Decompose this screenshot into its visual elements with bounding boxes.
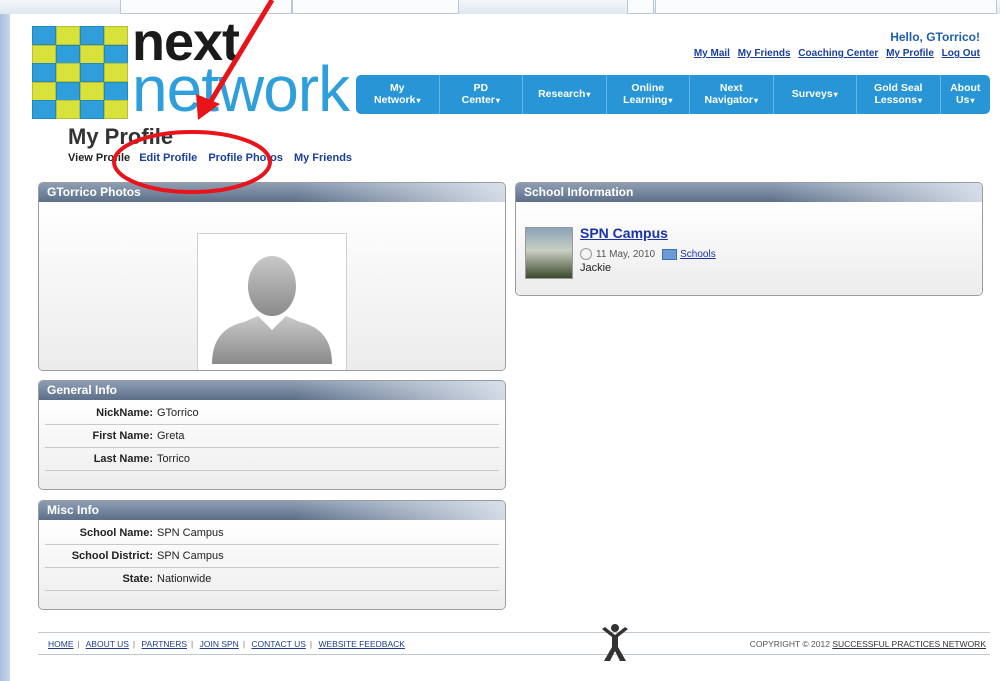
logo-tile	[32, 63, 56, 82]
info-row-school-district: School District: SPN Campus	[45, 545, 499, 568]
logo-tile	[80, 81, 104, 101]
spn-link[interactable]: SUCCESSFUL PRACTICES NETWORK	[832, 639, 986, 649]
nav-research[interactable]: Research▾	[522, 75, 606, 114]
log-out-link[interactable]: Log Out	[942, 48, 980, 59]
next-network-logo[interactable]: next network	[32, 14, 377, 125]
logo-tile	[104, 63, 128, 82]
info-row-first-name: First Name: Greta	[45, 425, 499, 448]
panel-header: Misc Info	[39, 501, 505, 520]
profile-subnav: View Profile Edit Profile Profile Photos…	[68, 152, 360, 164]
info-row-state: State: Nationwide	[45, 568, 499, 591]
browser-left-edge	[0, 14, 10, 681]
logo-tile	[56, 26, 80, 45]
general-info-panel: General Info NickName: GTorrico First Nam…	[38, 380, 506, 490]
my-profile-link[interactable]: My Profile	[886, 48, 934, 59]
browser-tab[interactable]	[627, 0, 654, 14]
page: next network Hello, GTorrico! My Mail My…	[10, 14, 1000, 681]
main-nav: My Network▾ PD Center▾ Research▾ Online Lea…	[356, 75, 990, 114]
logo-tile	[56, 81, 80, 101]
school-meta: 11 May, 2010 Schools	[580, 248, 716, 260]
dropdown-caret-icon: ▾	[495, 96, 500, 105]
logo-tile	[104, 44, 128, 64]
logo-tile	[32, 81, 56, 101]
logo-tile	[104, 81, 128, 101]
info-row-school-name: School Name: SPN Campus	[45, 522, 499, 545]
footer-home-link[interactable]: HOME	[48, 639, 74, 649]
footer-join-link[interactable]: JOIN SPN	[200, 639, 239, 649]
dropdown-caret-icon: ▾	[918, 96, 923, 105]
logo-tile	[32, 100, 56, 119]
spn-figure-icon	[602, 624, 628, 661]
footer-partners-link[interactable]: PARTNERS	[142, 639, 188, 649]
school-author: Jackie	[580, 262, 612, 274]
photos-panel: GTorrico Photos	[38, 182, 506, 371]
logo-tile	[56, 63, 80, 82]
dropdown-caret-icon: ▾	[416, 96, 421, 105]
dropdown-caret-icon: ▾	[668, 96, 673, 105]
category-link[interactable]: Schools	[680, 249, 716, 260]
footer-about-link[interactable]: ABOUT US	[86, 639, 129, 649]
info-row-last-name: Last Name: Torrico	[45, 448, 499, 471]
footer-feedback-link[interactable]: WEBSITE FEEDBACK	[318, 639, 404, 649]
logo-tiles-icon	[32, 26, 128, 119]
default-avatar-icon	[212, 256, 332, 364]
nav-online-learning[interactable]: Online Learning▾	[605, 75, 690, 114]
nav-my-network[interactable]: My Network▾	[356, 75, 439, 114]
nav-next-navigator[interactable]: Next Navigator▾	[689, 75, 773, 114]
tab-view-profile[interactable]: View Profile	[68, 152, 130, 164]
logo-tile	[56, 100, 80, 119]
my-friends-link[interactable]: My Friends	[738, 48, 791, 59]
panel-header: General Info	[39, 381, 505, 400]
tab-profile-photos[interactable]: Profile Photos	[208, 152, 283, 164]
nav-gold-seal-lessons[interactable]: Gold Seal Lessons▾	[856, 75, 940, 114]
dropdown-caret-icon: ▾	[833, 90, 838, 99]
logo-tile	[32, 44, 56, 64]
logo-tile	[80, 100, 104, 119]
misc-info-panel: Misc Info School Name: SPN Campus School …	[38, 500, 506, 610]
dropdown-caret-icon: ▾	[970, 96, 975, 105]
my-mail-link[interactable]: My Mail	[694, 48, 730, 59]
nav-about-us[interactable]: About Us▾	[939, 75, 991, 114]
tab-my-friends[interactable]: My Friends	[294, 152, 352, 164]
dropdown-caret-icon: ▾	[586, 90, 591, 99]
profile-photo[interactable]	[197, 233, 347, 370]
logo-tile	[104, 26, 128, 45]
panel-header: School Information	[516, 183, 982, 202]
logo-tile	[56, 44, 80, 64]
copyright: COPYRIGHT © 2012 SUCCESSFUL PRACTICES NE…	[749, 639, 986, 649]
browser-tab[interactable]	[292, 0, 459, 14]
school-thumbnail[interactable]	[525, 227, 573, 279]
panel-header: GTorrico Photos	[39, 183, 505, 202]
logo-tile	[104, 100, 128, 119]
tab-edit-profile[interactable]: Edit Profile	[139, 152, 197, 164]
footer-links: HOME | ABOUT US | PARTNERS | JOIN SPN | CONT…	[48, 639, 405, 649]
school-info-panel: School Information SPN Campus 11 May, 20…	[515, 182, 983, 296]
footer: HOME | ABOUT US | PARTNERS | JOIN SPN | CONT…	[38, 624, 990, 661]
logo-tile	[80, 44, 104, 64]
clock-icon	[580, 248, 592, 260]
footer-contact-link[interactable]: CONTACT US	[251, 639, 305, 649]
greeting: Hello, GTorrico!	[890, 30, 980, 44]
logo-tile	[32, 26, 56, 45]
school-name-link[interactable]: SPN Campus	[580, 225, 668, 241]
logo-network-text: network	[132, 53, 350, 125]
nav-surveys[interactable]: Surveys▾	[772, 75, 857, 114]
coaching-center-link[interactable]: Coaching Center	[798, 48, 878, 59]
folder-icon	[662, 248, 678, 260]
header-links: My Mail My Friends Coaching Center My Pr…	[689, 48, 980, 59]
page-title: My Profile	[68, 124, 174, 149]
logo-tile	[80, 26, 104, 45]
logo-tile	[80, 63, 104, 82]
info-row-nickname: NickName: GTorrico	[45, 402, 499, 425]
browser-tab[interactable]	[655, 0, 997, 14]
dropdown-caret-icon: ▾	[753, 96, 758, 105]
nav-pd-center[interactable]: PD Center▾	[438, 75, 523, 114]
